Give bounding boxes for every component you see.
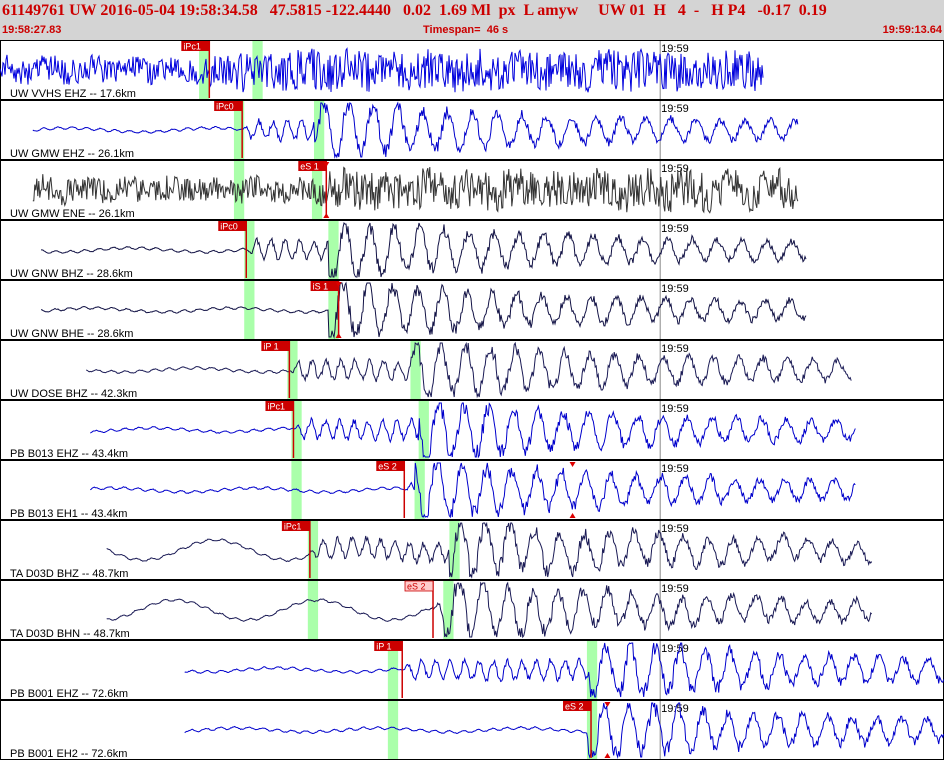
minute-tick-label: 19:59: [661, 523, 689, 535]
minute-tick-label: 19:59: [661, 343, 689, 355]
station-panel[interactable]: 19:59 eS 1 UW GMW ENE -- 26.1km: [0, 160, 944, 221]
station-label: PB B013 EHZ -- 43.4km: [10, 448, 128, 460]
station-label: UW VVHS EHZ -- 17.6km: [10, 88, 136, 100]
minute-tick-label: 19:59: [661, 223, 689, 235]
panel-frame: [0, 640, 944, 700]
station-panel[interactable]: 19:59 iPc1 UW VVHS EHZ -- 17.6km: [0, 40, 944, 101]
phase-pick-label: eS 2: [407, 582, 426, 592]
minute-tick-label: 19:59: [661, 463, 689, 475]
station-label: TA D03D BHZ -- 48.7km: [10, 568, 128, 580]
phase-window: [313, 101, 325, 159]
station-panel[interactable]: 19:59 eS 2 PB B013 EH1 -- 43.4km: [0, 460, 944, 521]
minute-tick-label: 19:59: [661, 643, 689, 655]
station-panel[interactable]: 19:59 eS 2 TA D03D BHN -- 48.7km: [0, 580, 944, 641]
window-start-time: 19:58:27.83: [2, 24, 62, 36]
phase-pick-label: eS 1: [300, 162, 319, 172]
phase-pick-label: iPc1: [284, 522, 302, 532]
panel-frame: [0, 100, 944, 160]
panel-frame: [0, 40, 944, 100]
phase-pick-label: iS 1: [313, 282, 329, 292]
station-label: PB B001 EHZ -- 72.6km: [10, 688, 128, 700]
window-end-time: 19:59:13.64: [882, 24, 942, 36]
station-panel[interactable]: 19:59 iPc0 UW GNW BHZ -- 28.6km: [0, 220, 944, 281]
minute-tick-label: 19:59: [661, 163, 689, 175]
phase-pick-label: eS 2: [378, 462, 397, 472]
station-label: PB B001 EH2 -- 72.6km: [10, 748, 127, 760]
phase-pick-label: iPc0: [216, 102, 234, 112]
station-panel[interactable]: 19:59 iS 1 UW GNW BHE -- 28.6km: [0, 280, 944, 341]
station-label: UW DOSE BHZ -- 42.3km: [10, 388, 137, 400]
station-panel[interactable]: 19:59 iP 1 UW DOSE BHZ -- 42.3km: [0, 340, 944, 401]
phase-window: [307, 581, 319, 639]
station-label: UW GMW ENE -- 26.1km: [10, 208, 135, 220]
station-label: PB B013 EH1 -- 43.4km: [10, 508, 127, 520]
minute-tick-label: 19:59: [661, 403, 689, 415]
phase-pick-label: eS 2: [565, 702, 584, 712]
phase-pick-label: iPc1: [267, 402, 285, 412]
minute-tick-label: 19:59: [661, 43, 689, 55]
panel-frame: [0, 400, 944, 460]
phase-pick-label: iPc0: [220, 222, 238, 232]
station-label: UW GMW EHZ -- 26.1km: [10, 148, 134, 160]
timespan-readout: Timespan= 46 s: [423, 24, 509, 36]
station-panel[interactable]: 19:59 iPc0 UW GMW EHZ -- 26.1km: [0, 100, 944, 161]
panel-frame: [0, 220, 944, 280]
seismogram-panels[interactable]: 19:59 iPc1 UW VVHS EHZ -- 17.6km 19:59 iPc0 U…: [0, 40, 944, 760]
station-label: UW GNW BHZ -- 28.6km: [10, 268, 133, 280]
minute-tick-label: 19:59: [661, 103, 689, 115]
panel-frame: [0, 700, 944, 760]
station-label: TA D03D BHN -- 48.7km: [10, 628, 130, 640]
event-summary-line: 61149761 UW 2016-05-04 19:58:34.58 47.58…: [2, 2, 827, 19]
station-panel[interactable]: 19:59 iPc1 TA D03D BHZ -- 48.7km: [0, 520, 944, 581]
station-panel[interactable]: 19:59eS 2PB B001 EH2 -- 72.6km: [0, 700, 944, 760]
station-panel[interactable]: 19:59 iPc1 PB B013 EHZ -- 43.4km: [0, 400, 944, 461]
minute-tick-label: 19:59: [661, 583, 689, 595]
panel-frame: [0, 580, 944, 640]
phase-window: [244, 281, 255, 339]
station-label: UW GNW BHE -- 28.6km: [10, 328, 133, 340]
phase-window: [291, 461, 302, 519]
phase-pick-label: iP 1: [263, 342, 278, 352]
minute-tick-label: 19:59: [661, 283, 689, 295]
event-header: 61149761 UW 2016-05-04 19:58:34.58 47.58…: [0, 0, 944, 40]
phase-window: [387, 701, 399, 759]
phase-pick-label: iPc1: [183, 42, 201, 52]
phase-pick-label: iP 1: [376, 642, 391, 652]
station-panel[interactable]: 19:59 iP 1 PB B001 EHZ -- 72.6km: [0, 640, 944, 701]
